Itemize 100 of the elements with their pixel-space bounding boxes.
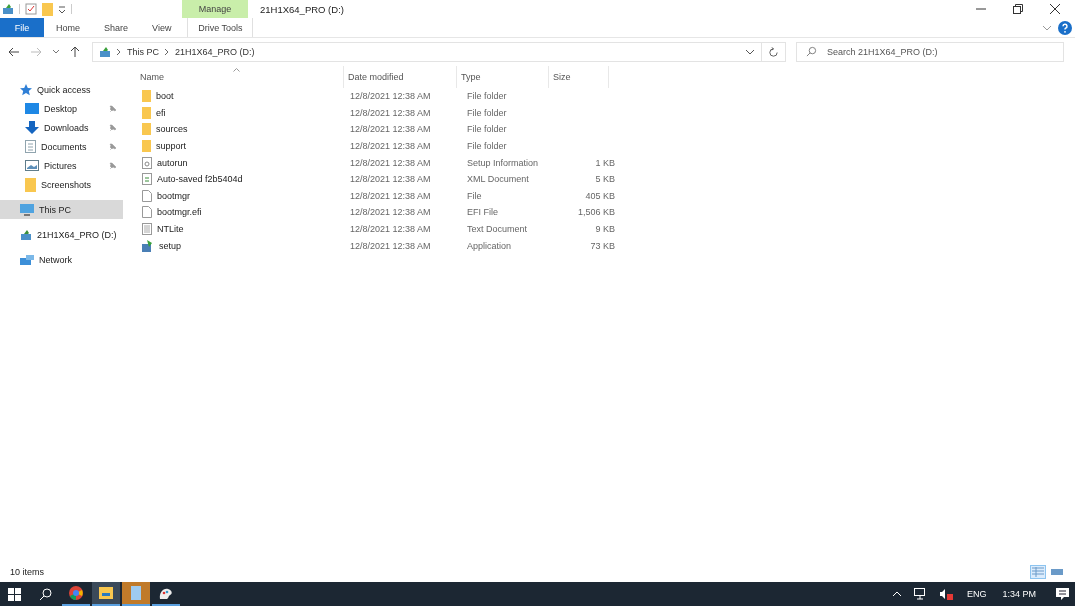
ribbon-tab[interactable]: View <box>140 18 184 37</box>
sidebar-item[interactable]: Downloads <box>0 118 123 137</box>
sidebar-item[interactable]: Network <box>0 250 123 269</box>
search-field[interactable]: Search 21H1X64_PRO (D:) <box>796 42 1064 62</box>
breadcrumb[interactable]: This PC <box>127 47 159 57</box>
address-bar[interactable]: This PC 21H1X64_PRO (D:) <box>92 42 762 62</box>
document-icon <box>142 173 152 186</box>
network-icon[interactable] <box>913 588 927 600</box>
type-cell-text: XML Document <box>466 174 530 185</box>
folder-icon <box>142 123 151 136</box>
breadcrumb[interactable]: 21H1X64_PRO (D:) <box>175 47 255 57</box>
item-count: 10 items <box>10 567 44 577</box>
clock[interactable]: 1:34 PM <box>1002 589 1036 599</box>
pin-icon[interactable] <box>109 161 117 170</box>
column-header[interactable]: Date modified <box>344 66 457 88</box>
sort-caret-icon <box>233 68 240 72</box>
sidebar-item[interactable]: 21H1X64_PRO (D:) <box>0 225 123 244</box>
ribbon-tab[interactable]: Home <box>44 18 92 37</box>
dropdown-icon[interactable] <box>745 48 755 56</box>
language-indicator[interactable]: ENG <box>966 589 987 599</box>
details-list-icon <box>1032 567 1044 577</box>
file-name[interactable]: sources <box>156 124 188 135</box>
file-name[interactable]: boot <box>156 91 174 102</box>
file-name[interactable]: support <box>156 141 187 152</box>
restore-icon[interactable] <box>1012 3 1024 15</box>
size-cell: 9 KB <box>595 224 615 235</box>
date-cell-text: 12/8/2021 12:38 AM <box>349 240 432 251</box>
date-cell-text: 12/8/2021 12:38 AM <box>349 224 432 235</box>
size-cell: 1 KB <box>595 157 615 168</box>
window-title: 21H1X64_PRO (D:) <box>260 3 345 15</box>
type-cell-text: Application <box>466 240 513 251</box>
chevron-icon <box>116 48 122 56</box>
speaker-muted-icon[interactable] <box>938 588 953 600</box>
paint-palette-icon <box>159 586 173 600</box>
size-cell: 1,506 KB <box>577 207 615 218</box>
taskbar-app[interactable] <box>92 582 120 606</box>
settings-file-icon <box>142 156 152 169</box>
sidebar-item[interactable]: Quick access <box>0 80 123 99</box>
windows-logo-icon[interactable] <box>8 587 21 601</box>
column-header[interactable]: Size <box>549 66 609 88</box>
sidebar-item[interactable]: This PC <box>0 200 123 219</box>
file-name[interactable]: Auto-saved f2b5404d <box>157 174 243 185</box>
monitor-icon <box>20 203 34 216</box>
up-arrow-icon[interactable] <box>70 46 80 58</box>
desktop-icon <box>25 103 39 114</box>
document-icon <box>25 140 36 153</box>
blank-file-icon <box>142 189 152 202</box>
column-header[interactable]: Name <box>140 66 344 88</box>
sidebar-item[interactable]: Pictures <box>0 156 123 175</box>
notification-icon[interactable] <box>1056 588 1069 600</box>
help-icon[interactable] <box>1058 20 1072 35</box>
file-tab[interactable]: File <box>0 18 44 37</box>
date-cell-text: 12/8/2021 12:38 AM <box>349 157 432 168</box>
chevron-up-icon[interactable] <box>891 591 902 597</box>
tiles-icon <box>1051 567 1063 577</box>
sidebar-item[interactable]: Documents <box>0 137 123 156</box>
folder-icon <box>142 90 151 103</box>
refresh-button[interactable] <box>762 42 786 62</box>
type-cell-text: Setup Information <box>466 157 540 168</box>
size-cell: 73 KB <box>590 240 615 251</box>
expand-ribbon-icon[interactable] <box>1042 23 1052 32</box>
column-header[interactable]: Type <box>457 66 549 88</box>
properties-icon[interactable] <box>25 3 37 15</box>
pin-icon[interactable] <box>109 123 117 132</box>
size-cell: 5 KB <box>595 174 615 185</box>
file-name[interactable]: bootmgr <box>157 190 191 201</box>
ribbon-tab[interactable]: Share <box>92 18 141 37</box>
ribbon-tab[interactable]: Drive Tools <box>187 18 254 37</box>
context-tab-group: Manage <box>182 0 248 18</box>
type-cell-text: Text Document <box>466 224 529 235</box>
drive-icon[interactable] <box>2 3 14 15</box>
date-cell-text: 12/8/2021 12:38 AM <box>349 124 432 135</box>
chevron-icon <box>164 48 170 56</box>
picture-icon <box>25 160 39 171</box>
type-cell-text: File folder <box>466 141 508 152</box>
folder-icon <box>142 140 151 153</box>
refresh-icon <box>768 46 779 58</box>
network-icon <box>20 253 34 266</box>
drive-icon <box>99 46 111 58</box>
type-cell-text: File folder <box>466 91 508 102</box>
file-name[interactable]: setup <box>159 240 182 251</box>
file-name[interactable]: NTLite <box>157 224 184 235</box>
star-icon <box>20 83 32 96</box>
pin-icon[interactable] <box>109 104 117 113</box>
browser-icon <box>69 586 83 600</box>
file-name[interactable]: efi <box>156 107 166 118</box>
folder-icon <box>25 177 36 192</box>
close-icon[interactable] <box>1049 3 1061 15</box>
file-name[interactable]: bootmgr.efi <box>157 207 202 218</box>
folder-icon <box>99 587 113 599</box>
recent-locations-icon[interactable] <box>52 49 60 55</box>
download-arrow-icon <box>25 121 39 134</box>
search-icon[interactable] <box>39 587 52 601</box>
sidebar-item[interactable]: Screenshots <box>0 175 123 194</box>
pin-icon[interactable] <box>109 142 117 151</box>
back-arrow-icon[interactable] <box>8 47 20 57</box>
sidebar-item[interactable]: Desktop <box>0 99 123 118</box>
file-name[interactable]: autorun <box>157 157 188 168</box>
dropdown-icon[interactable] <box>58 4 66 14</box>
date-cell-text: 12/8/2021 12:38 AM <box>349 207 432 218</box>
